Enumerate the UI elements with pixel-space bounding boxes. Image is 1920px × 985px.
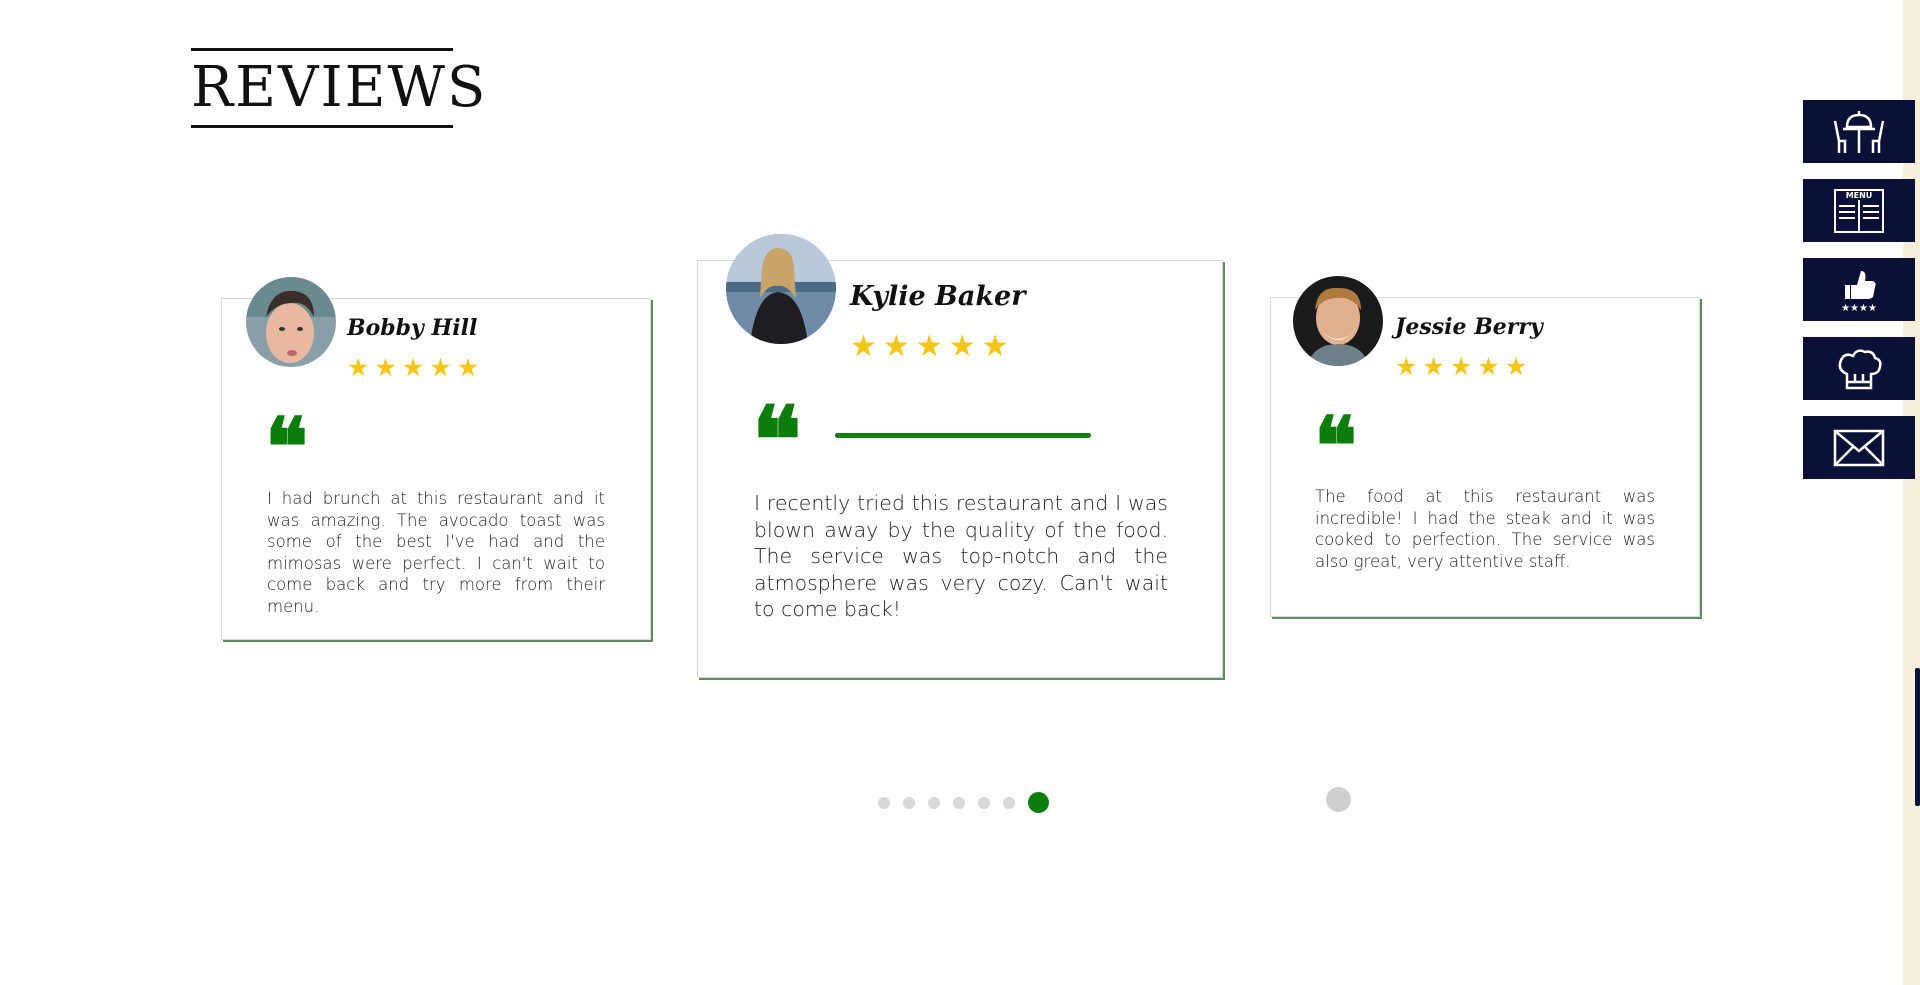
star-icon: ★ [948,329,976,364]
quote-divider [835,433,1091,438]
review-card-featured: Kylie Baker ★ ★ ★ ★ ★ ❝ I recently tried… [697,234,1223,678]
carousel-dot-3[interactable] [928,796,940,809]
carousel-dot-active[interactable] [1028,792,1049,813]
star-icon: ★ [1449,352,1473,381]
reviewer-avatar [726,234,836,344]
menu-book-icon: MENU [1834,188,1884,233]
table-service-icon [1833,110,1885,153]
carousel-next-dot[interactable] [1326,787,1351,812]
quote-mark-icon: ❝ [752,386,802,494]
star-icon: ★ [1477,352,1500,381]
carousel-dot-5[interactable] [978,796,990,809]
star-icon: ★ [882,329,910,364]
nav-reviews-button[interactable]: ★★★★ [1803,258,1915,321]
carousel-dot-1[interactable] [878,796,890,809]
reviewer-name: Bobby Hill [347,315,478,341]
nav-chef-button[interactable] [1803,337,1915,400]
rating-stars: ★ ★ ★ ★ ★ [850,329,1015,364]
star-icon: ★ [374,353,397,382]
page-scrollbar-thumb[interactable] [1915,668,1920,806]
reviewer-name: Jessie Berry [1395,314,1543,340]
rating-stars-label: ★★★★ [1841,303,1877,314]
envelope-icon [1833,429,1885,466]
star-icon: ★ [1504,352,1528,381]
chef-hat-icon [1838,348,1882,389]
review-text: I had brunch at this restaurant and it w… [267,489,605,616]
nav-reservation-button[interactable] [1803,100,1915,163]
menu-icon-label: MENU [1846,191,1873,200]
carousel-pagination [878,792,1062,813]
review-card: Jessie Berry ★ ★ ★ ★ ★ ❝ The food at thi… [1270,276,1700,617]
star-icon: ★ [456,353,480,382]
star-icon: ★ [401,353,425,382]
star-icon: ★ [981,329,1009,364]
quote-mark-icon: ❝ [265,400,309,494]
review-card: Bobby Hill ★ ★ ★ ★ ★ ❝ I had brunch at t… [221,277,651,640]
review-text: The food at this restaurant was incredib… [1315,487,1655,571]
review-text: I recently tried this restaurant and I w… [754,491,1168,621]
star-icon: ★ [347,353,370,382]
reviewer-avatar [246,277,336,367]
star-icon: ★ [429,353,452,382]
rating-stars: ★ ★ ★ ★ ★ [1395,352,1532,381]
reviewer-avatar [1293,276,1383,366]
carousel-dot-6[interactable] [1003,796,1015,809]
rating-stars: ★ ★ ★ ★ ★ [347,353,484,382]
nav-menu-button[interactable]: MENU [1803,179,1915,242]
reviewer-name: Kylie Baker [850,281,1026,312]
carousel-dot-2[interactable] [903,796,915,809]
quote-mark-icon: ❝ [1314,399,1358,493]
section-title: REVIEWS [191,48,485,128]
star-icon: ★ [1395,352,1418,381]
nav-contact-button[interactable] [1803,416,1915,479]
star-icon: ★ [1422,352,1445,381]
thumbs-up-rating-icon: ★★★★ [1841,270,1877,314]
star-icon: ★ [915,329,943,364]
carousel-dot-4[interactable] [953,796,965,809]
star-icon: ★ [850,329,877,364]
